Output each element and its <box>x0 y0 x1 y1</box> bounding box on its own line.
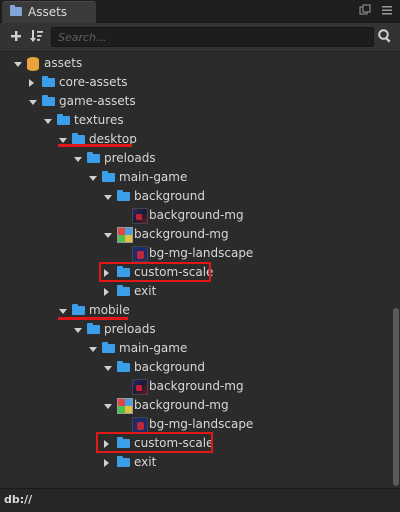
tree-row-exit[interactable]: exit <box>0 282 392 301</box>
folder-icon <box>42 95 55 106</box>
sprite-frame-icon <box>132 246 148 262</box>
tree-row-preloads[interactable]: preloads <box>0 149 392 168</box>
image-icon <box>132 208 148 224</box>
chevron-down-icon[interactable] <box>89 176 97 181</box>
tab-bar: Assets <box>0 0 400 23</box>
chevron-down-icon[interactable] <box>59 138 67 143</box>
chevron-down-icon[interactable] <box>29 100 37 105</box>
tree-row-background[interactable]: background <box>0 358 392 377</box>
folder-icon <box>42 76 55 87</box>
folder-icon <box>117 285 130 296</box>
folder-icon <box>117 361 130 372</box>
texture-atlas-icon <box>117 227 133 243</box>
image-icon <box>132 379 148 395</box>
folder-icon <box>102 171 115 182</box>
tree-item-label: main-game <box>119 170 188 184</box>
chevron-down-icon[interactable] <box>104 366 112 371</box>
tree-row-game-assets[interactable]: game-assets <box>0 92 392 111</box>
db-path-label: db:// <box>4 493 33 506</box>
tree-row-background-mg[interactable]: background-mg <box>0 206 392 225</box>
tree-item-label: background-mg <box>134 227 229 241</box>
tree-item-label: preloads <box>104 151 156 165</box>
folder-icon <box>87 152 100 163</box>
folder-icon <box>57 114 70 125</box>
folder-icon <box>10 5 22 16</box>
tree-row-main-game[interactable]: main-game <box>0 339 392 358</box>
chevron-right-icon[interactable] <box>104 288 109 296</box>
tree-row-background-mg[interactable]: background-mg <box>0 225 392 244</box>
tree-item-label: background <box>134 360 205 374</box>
chevron-down-icon[interactable] <box>59 309 67 314</box>
menu-icon[interactable] <box>381 4 393 16</box>
toolbar <box>0 23 400 52</box>
chevron-down-icon[interactable] <box>104 195 112 200</box>
chevron-down-icon[interactable] <box>104 233 112 238</box>
chevron-down-icon[interactable] <box>14 62 22 67</box>
asset-tree: assets core-assets game-assets textures desk… <box>0 52 392 488</box>
tree-item-label: background-mg <box>149 379 244 393</box>
tree-row-background-mg[interactable]: background-mg <box>0 377 392 396</box>
highlight-underline <box>58 317 128 320</box>
tab-assets[interactable]: Assets <box>2 1 96 23</box>
tree-row-textures[interactable]: textures <box>0 111 392 130</box>
assets-panel: Assets assets core-assets game-assets textu… <box>0 0 400 512</box>
chevron-down-icon[interactable] <box>89 347 97 352</box>
tree-row-main-game[interactable]: main-game <box>0 168 392 187</box>
add-icon[interactable] <box>8 28 24 44</box>
tree-row-background-mg[interactable]: background-mg <box>0 396 392 415</box>
scroll-thumb[interactable] <box>393 308 399 486</box>
tree-item-label: exit <box>134 455 157 469</box>
tree-row-preloads[interactable]: preloads <box>0 320 392 339</box>
tree-item-label: background-mg <box>149 208 244 222</box>
texture-atlas-icon <box>117 398 133 414</box>
chevron-down-icon[interactable] <box>74 157 82 162</box>
highlight-underline <box>58 144 132 147</box>
highlight-box <box>99 262 211 282</box>
chevron-down-icon[interactable] <box>44 119 52 124</box>
chevron-down-icon[interactable] <box>74 328 82 333</box>
folder-icon <box>72 304 85 315</box>
tree-row-assets[interactable]: assets <box>0 54 392 73</box>
chevron-right-icon[interactable] <box>29 79 34 87</box>
tree-item-label: game-assets <box>59 94 136 108</box>
scrollbar[interactable] <box>392 52 400 488</box>
chevron-down-icon[interactable] <box>104 404 112 409</box>
tree-item-label: core-assets <box>59 75 128 89</box>
tree-item-label: textures <box>74 113 124 127</box>
folder-icon <box>117 456 130 467</box>
folder-icon <box>102 342 115 353</box>
chevron-right-icon[interactable] <box>104 459 109 467</box>
sort-icon[interactable] <box>29 28 45 44</box>
tree-row-bg-mg-landscape[interactable]: bg-mg-landscape <box>0 244 392 263</box>
tree-row-background[interactable]: background <box>0 187 392 206</box>
folder-icon <box>72 133 85 144</box>
folder-icon <box>87 323 100 334</box>
folder-icon <box>117 190 130 201</box>
tree-item-label: exit <box>134 284 157 298</box>
status-footer: db:// <box>0 488 400 512</box>
database-icon <box>27 57 39 71</box>
tree-item-label: background-mg <box>134 398 229 412</box>
tree-item-label: bg-mg-landscape <box>149 417 254 431</box>
popout-icon[interactable] <box>359 4 371 16</box>
tree-item-label: background <box>134 189 205 203</box>
search-icon[interactable] <box>377 28 393 44</box>
search-input[interactable] <box>52 28 373 46</box>
sprite-frame-icon <box>132 417 148 433</box>
tree-item-label: preloads <box>104 322 156 336</box>
tree-item-label: bg-mg-landscape <box>149 246 254 260</box>
tree-row-exit[interactable]: exit <box>0 453 392 472</box>
tree-item-label: assets <box>44 56 83 70</box>
tree-row-core-assets[interactable]: core-assets <box>0 73 392 92</box>
tree-item-label: mobile <box>89 303 130 317</box>
tab-label: Assets <box>28 5 68 19</box>
search-box <box>51 27 374 47</box>
highlight-box <box>96 432 213 453</box>
tree-item-label: main-game <box>119 341 188 355</box>
